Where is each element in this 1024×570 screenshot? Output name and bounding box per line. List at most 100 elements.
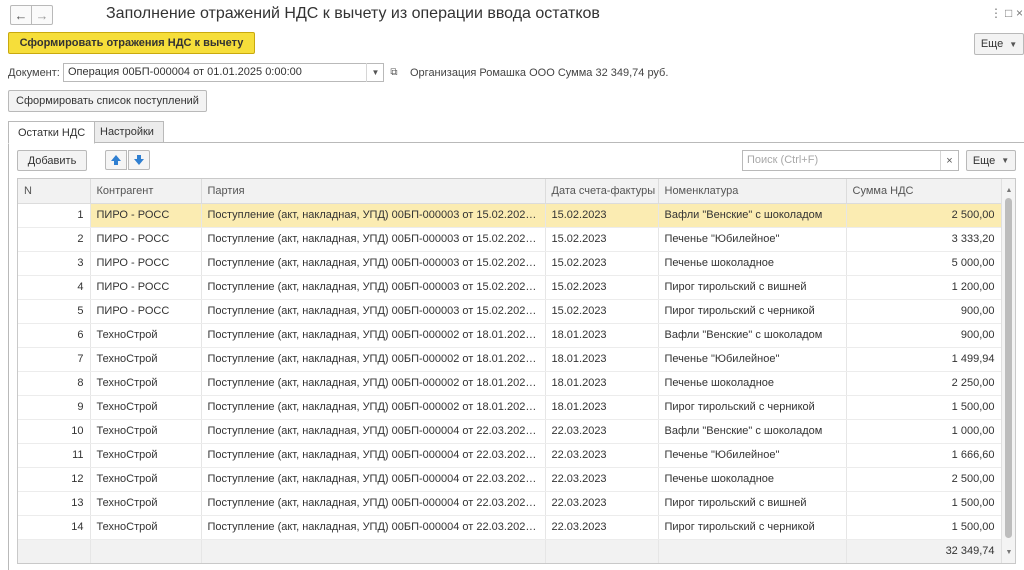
nomenclature-cell[interactable]: Пирог тирольский с черникой [658, 515, 847, 540]
column-header-vat-sum[interactable]: Сумма НДС [846, 179, 1002, 204]
row-number[interactable]: 13 [18, 491, 91, 516]
invoice-date-cell[interactable]: 15.02.2023 [545, 299, 659, 324]
nomenclature-cell[interactable]: Пирог тирольский с вишней [658, 491, 847, 516]
batch-cell[interactable]: Поступление (акт, накладная, УПД) 00БП-0… [201, 515, 546, 540]
vat-sum-cell[interactable]: 900,00 [846, 299, 1002, 324]
table-row[interactable]: 14 ТехноСтрой Поступление (акт, накладная,… [18, 515, 1002, 540]
table-row[interactable]: 6 ТехноСтрой Поступление (акт, накладная, … [18, 323, 1002, 348]
open-document-button[interactable]: ⧉ [387, 64, 401, 81]
row-number[interactable]: 8 [18, 371, 91, 396]
counterparty-cell[interactable]: ТехноСтрой [90, 467, 202, 492]
batch-cell[interactable]: Поступление (акт, накладная, УПД) 00БП-0… [201, 251, 546, 276]
scroll-up-icon[interactable]: ▲ [1002, 183, 1015, 197]
counterparty-cell[interactable]: ТехноСтрой [90, 347, 202, 372]
vat-sum-cell[interactable]: 1 500,00 [846, 395, 1002, 420]
invoice-date-cell[interactable]: 18.01.2023 [545, 323, 659, 348]
counterparty-cell[interactable]: ПИРО - РОСС [90, 227, 202, 252]
document-dropdown-button[interactable]: ▼ [366, 63, 384, 82]
counterparty-cell[interactable]: ПИРО - РОСС [90, 251, 202, 276]
invoice-date-cell[interactable]: 18.01.2023 [545, 371, 659, 396]
scroll-down-icon[interactable]: ▼ [1002, 545, 1015, 559]
invoice-date-cell[interactable]: 22.03.2023 [545, 467, 659, 492]
batch-cell[interactable]: Поступление (акт, накладная, УПД) 00БП-0… [201, 419, 546, 444]
nomenclature-cell[interactable]: Печенье "Юбилейное" [658, 443, 847, 468]
invoice-date-cell[interactable]: 15.02.2023 [545, 203, 659, 228]
scroll-thumb[interactable] [1005, 198, 1012, 538]
batch-cell[interactable]: Поступление (акт, накладная, УПД) 00БП-0… [201, 323, 546, 348]
invoice-date-cell[interactable]: 22.03.2023 [545, 515, 659, 540]
table-row[interactable]: 13 ТехноСтрой Поступление (акт, накладная,… [18, 491, 1002, 516]
expand-icon[interactable]: □ [1005, 6, 1012, 20]
vat-sum-cell[interactable]: 2 500,00 [846, 467, 1002, 492]
add-button[interactable]: Добавить [17, 150, 87, 171]
batch-cell[interactable]: Поступление (акт, накладная, УПД) 00БП-0… [201, 203, 546, 228]
row-number[interactable]: 4 [18, 275, 91, 300]
nomenclature-cell[interactable]: Печенье "Юбилейное" [658, 347, 847, 372]
back-button[interactable]: ← [10, 5, 32, 25]
batch-cell[interactable]: Поступление (акт, накладная, УПД) 00БП-0… [201, 299, 546, 324]
nomenclature-cell[interactable]: Пирог тирольский с вишней [658, 275, 847, 300]
table-row[interactable]: 11 ТехноСтрой Поступление (акт, накладная,… [18, 443, 1002, 468]
table-more-button[interactable]: Еще ▼ [966, 150, 1016, 171]
counterparty-cell[interactable]: ТехноСтрой [90, 443, 202, 468]
nomenclature-cell[interactable]: Печенье шоколадное [658, 371, 847, 396]
row-number[interactable]: 6 [18, 323, 91, 348]
search-input[interactable] [747, 154, 937, 166]
invoice-date-cell[interactable]: 22.03.2023 [545, 491, 659, 516]
nomenclature-cell[interactable]: Печенье "Юбилейное" [658, 227, 847, 252]
search-field[interactable]: × [742, 150, 959, 171]
counterparty-cell[interactable]: ПИРО - РОСС [90, 299, 202, 324]
counterparty-cell[interactable]: ТехноСтрой [90, 419, 202, 444]
batch-cell[interactable]: Поступление (акт, накладная, УПД) 00БП-0… [201, 467, 546, 492]
column-header-n[interactable]: N [18, 179, 91, 204]
vat-sum-cell[interactable]: 5 000,00 [846, 251, 1002, 276]
move-down-button[interactable] [128, 150, 150, 170]
batch-cell[interactable]: Поступление (акт, накладная, УПД) 00БП-0… [201, 395, 546, 420]
counterparty-cell[interactable]: ТехноСтрой [90, 371, 202, 396]
move-up-button[interactable] [105, 150, 127, 170]
table-row[interactable]: 3 ПИРО - РОСС Поступление (акт, накладная,… [18, 251, 1002, 276]
counterparty-cell[interactable]: ПИРО - РОСС [90, 275, 202, 300]
nomenclature-cell[interactable]: Вафли "Венские" с шоколадом [658, 419, 847, 444]
vat-sum-cell[interactable]: 1 666,60 [846, 443, 1002, 468]
table-row[interactable]: 9 ТехноСтрой Поступление (акт, накладная, … [18, 395, 1002, 420]
document-field[interactable]: Операция 00БП-000004 от 01.01.2025 0:00:… [63, 63, 384, 82]
counterparty-cell[interactable]: ТехноСтрой [90, 323, 202, 348]
row-number[interactable]: 14 [18, 515, 91, 540]
column-header-batch[interactable]: Партия [201, 179, 546, 204]
nomenclature-cell[interactable]: Печенье шоколадное [658, 251, 847, 276]
vat-sum-cell[interactable]: 1 499,94 [846, 347, 1002, 372]
row-number[interactable]: 1 [18, 203, 91, 228]
row-number[interactable]: 10 [18, 419, 91, 444]
batch-cell[interactable]: Поступление (акт, накладная, УПД) 00БП-0… [201, 275, 546, 300]
row-number[interactable]: 7 [18, 347, 91, 372]
table-row[interactable]: 4 ПИРО - РОСС Поступление (акт, накладная,… [18, 275, 1002, 300]
invoice-date-cell[interactable]: 22.03.2023 [545, 419, 659, 444]
more-button[interactable]: Еще ▼ [974, 33, 1024, 55]
vat-sum-cell[interactable]: 3 333,20 [846, 227, 1002, 252]
table-row[interactable]: 12 ТехноСтрой Поступление (акт, накладная,… [18, 467, 1002, 492]
menu-dots-icon[interactable]: ⋮ [990, 6, 1002, 20]
counterparty-cell[interactable]: ТехноСтрой [90, 515, 202, 540]
tab-settings[interactable]: Настройки [90, 121, 164, 143]
counterparty-cell[interactable]: ПИРО - РОСС [90, 203, 202, 228]
nomenclature-cell[interactable]: Вафли "Венские" с шоколадом [658, 203, 847, 228]
invoice-date-cell[interactable]: 18.01.2023 [545, 347, 659, 372]
close-icon[interactable]: × [1016, 6, 1023, 20]
batch-cell[interactable]: Поступление (акт, накладная, УПД) 00БП-0… [201, 491, 546, 516]
tab-vat-balances[interactable]: Остатки НДС [8, 121, 96, 144]
batch-cell[interactable]: Поступление (акт, накладная, УПД) 00БП-0… [201, 371, 546, 396]
vertical-scrollbar[interactable]: ▲ ▼ [1001, 179, 1015, 563]
table-row[interactable]: 2 ПИРО - РОСС Поступление (акт, накладная,… [18, 227, 1002, 252]
vat-sum-cell[interactable]: 2 250,00 [846, 371, 1002, 396]
nomenclature-cell[interactable]: Вафли "Венские" с шоколадом [658, 323, 847, 348]
generate-vat-button[interactable]: Сформировать отражения НДС к вычету [8, 32, 255, 54]
column-header-counterparty[interactable]: Контрагент [90, 179, 202, 204]
vat-sum-cell[interactable]: 1 000,00 [846, 419, 1002, 444]
row-number[interactable]: 12 [18, 467, 91, 492]
table-row[interactable]: 7 ТехноСтрой Поступление (акт, накладная, … [18, 347, 1002, 372]
forward-button[interactable]: → [31, 5, 53, 25]
row-number[interactable]: 5 [18, 299, 91, 324]
invoice-date-cell[interactable]: 18.01.2023 [545, 395, 659, 420]
nomenclature-cell[interactable]: Пирог тирольский с черникой [658, 395, 847, 420]
